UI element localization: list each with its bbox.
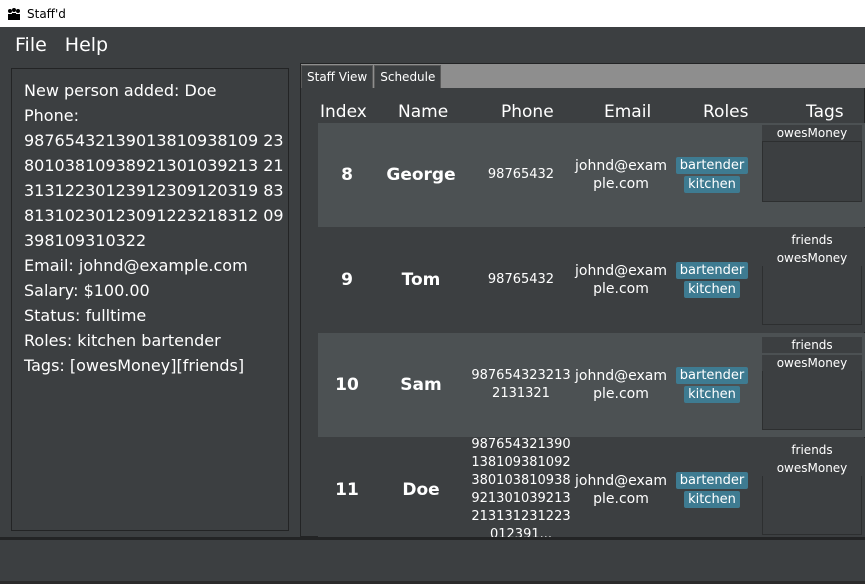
tag-label: owesMoney (762, 355, 862, 371)
result-line: Tags: [owesMoney][friends] (24, 356, 245, 375)
table-header: Index Name Phone Email Roles Tags (301, 102, 865, 124)
row-email: johnd@example.com (575, 158, 667, 192)
result-line: Roles: kitchen bartender (24, 331, 221, 350)
tag-label: owesMoney (762, 460, 862, 476)
row-index: 11 (335, 480, 359, 500)
row-roles: bartender kitchen (670, 438, 754, 542)
role-badge: kitchen (684, 281, 740, 298)
role-badge: bartender (675, 157, 749, 174)
result-line: Email: johnd@example.com (24, 256, 248, 275)
row-email: johnd@example.com (575, 263, 667, 297)
tab-bar: Staff View Schedule (301, 64, 865, 88)
role-badge: kitchen (684, 176, 740, 193)
row-name: George (386, 165, 456, 185)
row-email: johnd@example.com (575, 473, 667, 507)
row-email-cell: johnd@example.com (570, 228, 672, 332)
row-roles: bartender kitchen (670, 333, 754, 437)
title-bar: Staff'd (0, 0, 865, 27)
result-display: New person added: Doe Phone: 98765432139… (11, 68, 289, 531)
row-tags: owesMoney (762, 123, 865, 227)
row-tags: friends owesMoney (762, 228, 865, 332)
table-row[interactable]: 8 George 98765432 johnd@example.com bart… (318, 123, 865, 227)
row-email: johnd@example.com (575, 368, 667, 402)
table-row[interactable]: 11 Doe 987654321390138109381092380103810… (318, 437, 865, 542)
row-index: 8 (341, 165, 353, 185)
result-line: New person added: Doe (24, 81, 217, 100)
result-line: 98765432139013810938109 23 (24, 131, 284, 150)
row-roles: bartender kitchen (670, 123, 754, 227)
tag-label: friends (762, 337, 862, 353)
app-logo-icon (8, 7, 20, 20)
row-index: 9 (341, 270, 353, 290)
row-name: Sam (400, 375, 442, 395)
tag-label: owesMoney (762, 125, 862, 141)
header-phone: Phone (501, 102, 554, 122)
result-line: 398109310322 (24, 231, 147, 250)
menu-file[interactable]: File (15, 34, 47, 56)
row-phone-cell: 98765432 (466, 228, 576, 332)
row-name: Doe (402, 480, 440, 500)
tag-label: owesMoney (762, 250, 862, 266)
result-line: 31312230123912309120319 83 (24, 181, 284, 200)
row-tags: friends owesMoney (762, 333, 865, 437)
row-email-cell: johnd@example.com (570, 123, 672, 227)
tab-schedule[interactable]: Schedule (374, 65, 442, 88)
tags-box (762, 474, 862, 535)
row-roles: bartender kitchen (670, 228, 754, 332)
row-phone-cell: 9876543232132131321 (466, 333, 576, 437)
tags-box (762, 264, 862, 325)
row-phone: 98765432 (487, 272, 555, 287)
header-name: Name (398, 102, 449, 122)
staff-panel: Staff View Schedule Index Name Phone Ema… (300, 63, 865, 542)
tags-box (762, 369, 862, 430)
tag-label: friends (762, 442, 862, 458)
result-line: 80103810938921301039213 21 (24, 156, 284, 175)
status-bar (0, 537, 865, 584)
row-phone-cell: 98765432 (466, 123, 576, 227)
header-email: Email (604, 102, 652, 122)
table-row[interactable]: 9 Tom 98765432 johnd@example.com bartend… (318, 228, 865, 332)
row-phone: 9876543213901381093810923801038109389213… (471, 437, 571, 542)
header-roles: Roles (703, 102, 749, 122)
role-badge: bartender (675, 472, 749, 489)
result-line: 81310230123091223218312 09 (24, 206, 284, 225)
tags-box (762, 141, 862, 202)
row-index: 10 (335, 375, 359, 395)
menu-bar: File Help (0, 27, 865, 63)
row-name: Tom (401, 270, 441, 290)
header-index: Index (320, 102, 367, 122)
row-phone: 9876543232132131321 (471, 368, 571, 401)
row-tags: friends owesMoney (762, 438, 865, 542)
role-badge: bartender (675, 262, 749, 279)
row-phone: 98765432 (487, 167, 555, 182)
window-title: Staff'd (27, 6, 66, 21)
tab-staff-view[interactable]: Staff View (301, 65, 374, 88)
row-phone-cell: 9876543213901381093810923801038109389213… (466, 437, 576, 542)
tag-label: friends (762, 232, 862, 248)
header-tags: Tags (806, 102, 844, 122)
table-row[interactable]: 10 Sam 9876543232132131321 johnd@example… (318, 333, 865, 437)
row-email-cell: johnd@example.com (570, 438, 672, 542)
row-email-cell: johnd@example.com (570, 333, 672, 437)
role-badge: kitchen (684, 386, 740, 403)
result-line: Phone: (24, 106, 79, 125)
result-line: Status: fulltime (24, 306, 147, 325)
role-badge: kitchen (684, 491, 740, 508)
result-line: Salary: $100.00 (24, 281, 150, 300)
role-badge: bartender (675, 367, 749, 384)
menu-help[interactable]: Help (65, 34, 108, 56)
